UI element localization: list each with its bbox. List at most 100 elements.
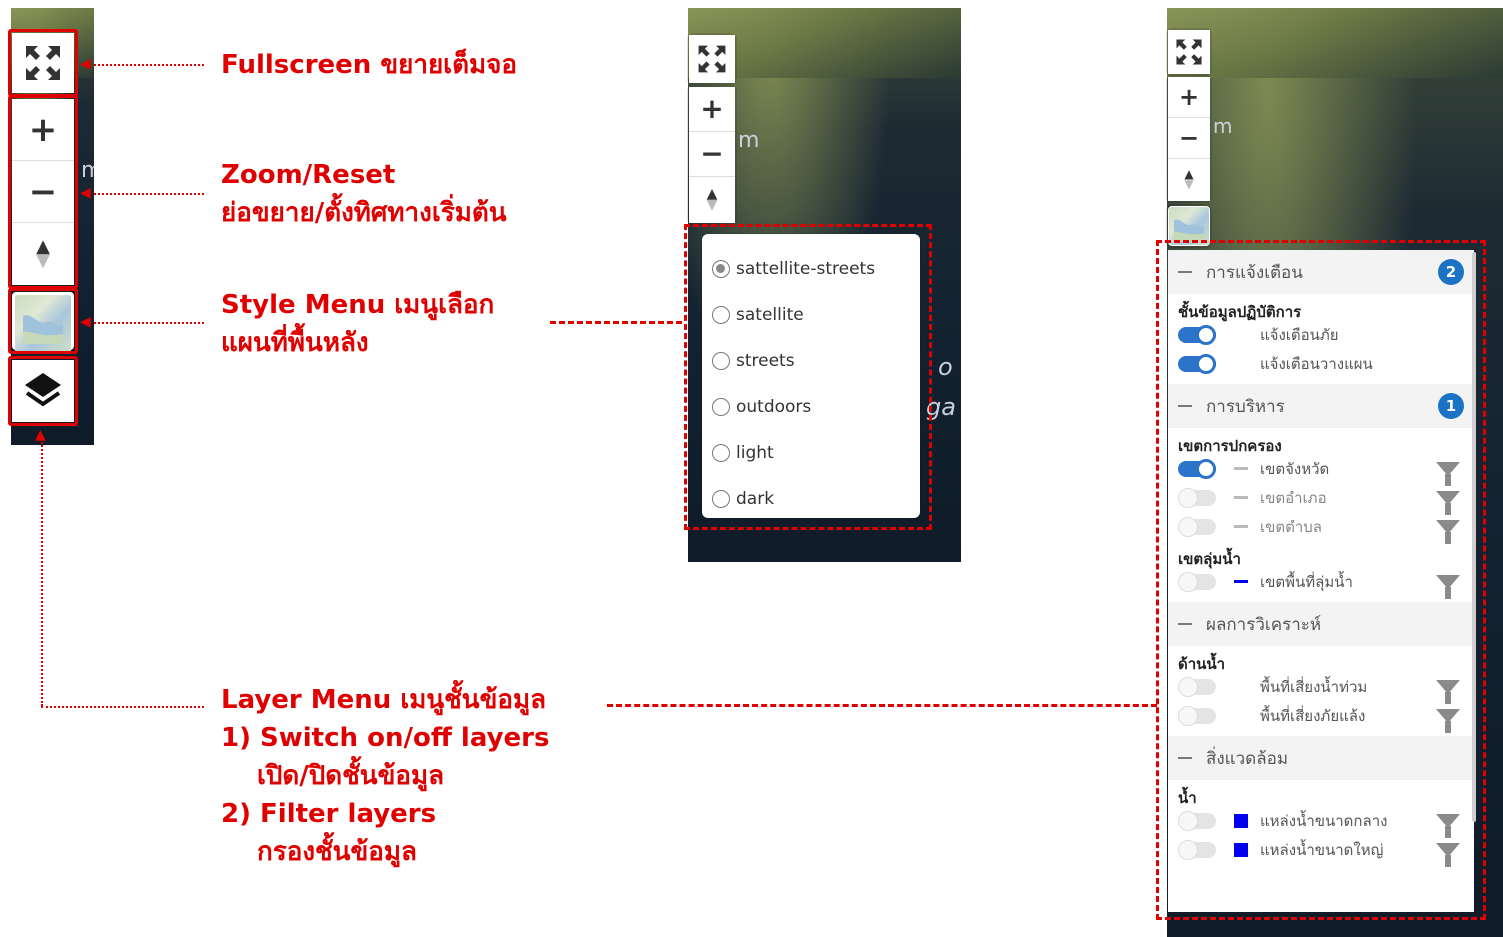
minus-icon: − xyxy=(700,137,724,170)
layer-row: เขตพื้นที่ลุ่มน้ำ xyxy=(1168,567,1474,599)
legend-line-icon xyxy=(1234,496,1248,499)
style-menu-button[interactable] xyxy=(15,295,71,353)
zoom-out-button[interactable]: − xyxy=(12,161,74,223)
zoom-out-button[interactable]: − xyxy=(689,132,735,177)
group-title: น้ำ xyxy=(1178,789,1197,807)
section-title: สิ่งแวดล้อม xyxy=(1206,748,1289,769)
style-option-label: sattellite-streets xyxy=(736,259,876,279)
layer-menu-button[interactable] xyxy=(12,360,74,422)
layer-menu-control xyxy=(12,360,74,422)
map-thumbnail-icon xyxy=(23,315,63,344)
leader-style xyxy=(94,322,204,324)
legend-line-icon xyxy=(1234,580,1248,583)
fullscreen-icon xyxy=(26,46,60,80)
collapse-icon[interactable] xyxy=(1178,271,1192,273)
annotation-layers-title: Layer Menu เมนูชั้นข้อมูล xyxy=(221,685,547,715)
section-header-administration[interactable]: การบริหาร 1 xyxy=(1168,384,1474,428)
zoom-in-button[interactable]: + xyxy=(12,99,74,161)
zoom-control: + − ▲ ▼ xyxy=(689,87,735,223)
count-badge: 1 xyxy=(1438,393,1464,419)
reset-bearing-button[interactable]: ▲ ▼ xyxy=(1168,159,1210,201)
filter-icon[interactable] xyxy=(1436,708,1460,733)
layer-toggle[interactable] xyxy=(1178,705,1216,726)
arrow-up-icon: ▲ xyxy=(35,427,46,443)
section-header-analysis[interactable]: ผลการวิเคราะห์ xyxy=(1168,602,1474,646)
layer-toggle[interactable] xyxy=(1178,571,1216,592)
layer-toggle[interactable] xyxy=(1178,487,1216,508)
layer-row: เขตจังหวัด xyxy=(1168,454,1474,486)
style-option-satellite[interactable]: satellite xyxy=(712,292,910,338)
section-header-alerts[interactable]: การแจ้งเตือน 2 xyxy=(1168,250,1474,294)
layer-toggle[interactable] xyxy=(1178,810,1216,831)
layer-label: แจ้งเตือนวางแผน xyxy=(1260,354,1373,373)
layer-label: พื้นที่เสี่ยงน้ำท่วม xyxy=(1260,677,1368,696)
group-title: เขตลุ่มน้ำ xyxy=(1178,550,1241,568)
fullscreen-control xyxy=(689,35,735,83)
zoom-in-button[interactable]: + xyxy=(689,87,735,132)
fullscreen-button[interactable] xyxy=(12,33,74,93)
section-title: การบริหาร xyxy=(1206,396,1285,417)
map-label: m xyxy=(738,128,760,153)
radio-button[interactable] xyxy=(712,444,730,462)
arrow-left-icon: ◀ xyxy=(80,314,91,330)
style-option-dark[interactable]: dark xyxy=(712,476,910,522)
annotation-zoom-desc: ย่อขยาย/ตั้งทิศทางเริ่มต้น xyxy=(221,198,507,228)
plus-icon: + xyxy=(28,109,58,150)
collapse-icon[interactable] xyxy=(1178,757,1192,759)
annotation-layers-item1-desc: เปิด/ปิดชั้นข้อมูล xyxy=(257,761,445,791)
reset-bearing-button[interactable]: ▲ ▼ xyxy=(12,223,74,285)
radio-button[interactable] xyxy=(712,398,730,416)
filter-icon[interactable] xyxy=(1436,519,1460,544)
style-option-light[interactable]: light xyxy=(712,430,910,476)
legend-line-icon xyxy=(1234,525,1248,528)
filter-icon[interactable] xyxy=(1436,813,1460,838)
layer-row: แจ้งเตือนภัย xyxy=(1168,320,1474,349)
legend-box-icon xyxy=(1234,842,1248,857)
plus-icon: + xyxy=(1178,83,1200,111)
radio-button[interactable] xyxy=(712,260,730,278)
annotation-style-title: Style Menu เมนูเลือก xyxy=(221,290,495,320)
filter-icon[interactable] xyxy=(1436,679,1460,704)
layer-toggle[interactable] xyxy=(1178,458,1216,479)
leader-layers-vertical xyxy=(41,442,43,706)
style-option-label: light xyxy=(736,443,774,463)
fullscreen-button[interactable] xyxy=(1168,30,1210,74)
map-thumbnail-icon xyxy=(1174,219,1204,241)
annotation-layers-item2: 2) Filter layers xyxy=(221,799,437,829)
layer-toggle[interactable] xyxy=(1178,516,1216,537)
zoom-control: + − ▲ ▼ xyxy=(12,99,74,285)
connector-style-menu xyxy=(550,321,682,324)
zoom-out-button[interactable]: − xyxy=(1168,118,1210,159)
annotation-zoom-title: Zoom/Reset xyxy=(221,160,396,190)
section-header-environment[interactable]: สิ่งแวดล้อม xyxy=(1168,736,1474,780)
radio-button[interactable] xyxy=(712,490,730,508)
layer-toggle[interactable] xyxy=(1178,839,1216,860)
filter-icon[interactable] xyxy=(1436,461,1460,486)
collapse-icon[interactable] xyxy=(1178,623,1192,625)
layer-label: เขตตำบล xyxy=(1260,517,1322,536)
fullscreen-button[interactable] xyxy=(689,35,735,83)
layer-row: พื้นที่เสี่ยงภัยแล้ง xyxy=(1168,701,1474,733)
layer-toggle[interactable] xyxy=(1178,353,1216,374)
collapse-icon[interactable] xyxy=(1178,405,1192,407)
radio-button[interactable] xyxy=(712,306,730,324)
group-title: เขตการปกครอง xyxy=(1178,437,1282,455)
style-menu-button[interactable] xyxy=(1169,207,1209,245)
layer-toggle[interactable] xyxy=(1178,676,1216,697)
zoom-in-button[interactable]: + xyxy=(1168,77,1210,118)
filter-icon[interactable] xyxy=(1436,574,1460,599)
filter-icon[interactable] xyxy=(1436,490,1460,515)
layer-toggle[interactable] xyxy=(1178,324,1216,345)
map-label: ga xyxy=(926,393,956,421)
layer-label: เขตอำเภอ xyxy=(1260,488,1327,507)
style-option-sattellite-streets[interactable]: sattellite-streets xyxy=(712,246,910,292)
style-option-streets[interactable]: streets xyxy=(712,338,910,384)
layer-panel-scrollbar[interactable] xyxy=(1472,252,1476,822)
annotation-style-desc: แผนที่พื้นหลัง xyxy=(221,328,369,358)
style-option-outdoors[interactable]: outdoors xyxy=(712,384,910,430)
style-option-label: dark xyxy=(736,489,775,509)
radio-button[interactable] xyxy=(712,352,730,370)
reset-bearing-button[interactable]: ▲ ▼ xyxy=(689,177,735,223)
filter-icon[interactable] xyxy=(1436,842,1460,867)
annotation-layers-item2-desc: กรองชั้นข้อมูล xyxy=(257,837,417,867)
